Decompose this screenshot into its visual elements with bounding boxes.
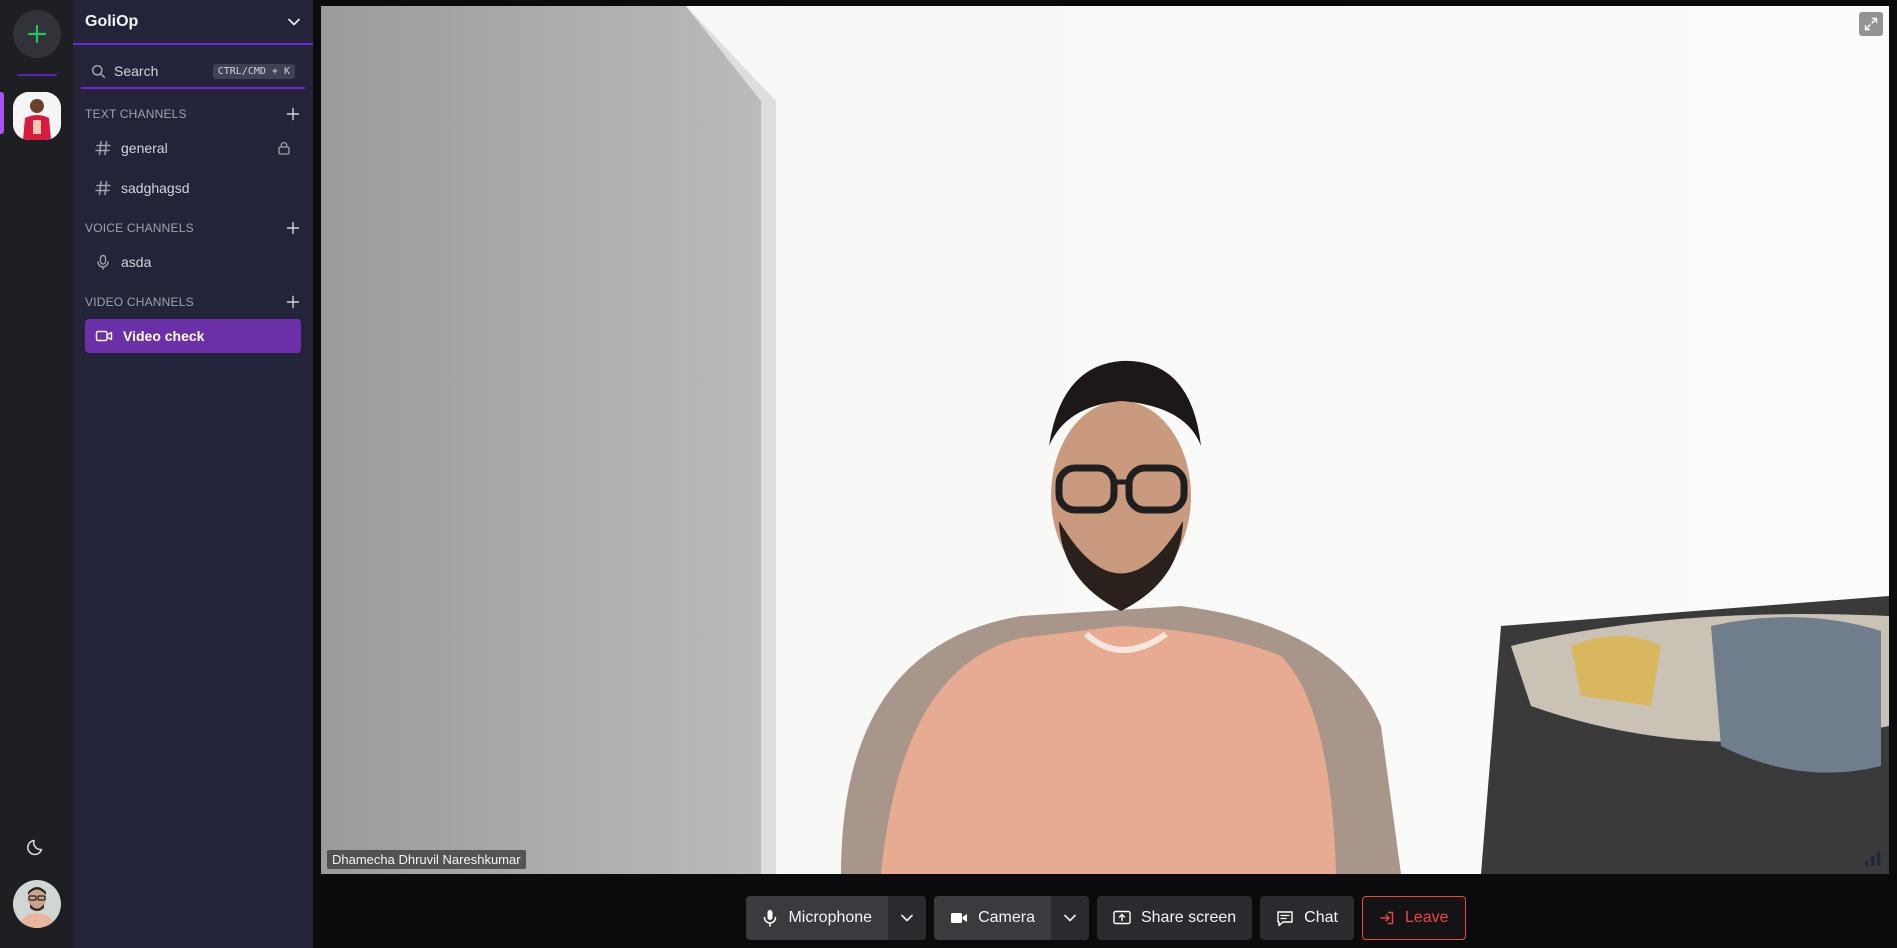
call-controls: Microphone Camera Share screen Chat Leav… (313, 896, 1897, 942)
server-header[interactable]: GoliOp (73, 0, 313, 45)
microphone-options-button[interactable] (888, 896, 927, 940)
add-voice-channel-icon[interactable] (285, 220, 301, 236)
server-icon-goliop[interactable] (13, 92, 61, 140)
channel-general[interactable]: general (85, 131, 301, 165)
share-screen-icon (1113, 910, 1131, 925)
channel-sadghagsd[interactable]: sadghagsd (85, 171, 301, 205)
section-title: VOICE CHANNELS (85, 221, 194, 235)
chat-label: Chat (1304, 909, 1338, 926)
microphone-icon (764, 910, 777, 927)
chat-button[interactable]: Chat (1260, 896, 1354, 940)
rail-separator (17, 74, 57, 76)
participant-name-tag: Dhamecha Dhruvil Nareshkumar (327, 850, 526, 869)
search-button[interactable]: Search CTRL/CMD + K (81, 55, 305, 89)
camera-icon (951, 913, 968, 923)
hash-icon (95, 180, 111, 196)
channel-label: asda (121, 254, 152, 270)
user-avatar[interactable] (13, 880, 61, 928)
camera-control-group: Camera (934, 896, 1089, 942)
section-video-channels: VIDEO CHANNELS (73, 291, 313, 313)
section-title: VIDEO CHANNELS (85, 295, 194, 309)
lock-icon (278, 142, 290, 155)
camera-button[interactable]: Camera (934, 896, 1051, 940)
fullscreen-button[interactable] (1859, 12, 1883, 36)
video-call-area: Dhamecha Dhruvil Nareshkumar Microphone (313, 0, 1897, 948)
microphone-control-group: Microphone (746, 896, 927, 942)
chevron-down-icon (1064, 914, 1076, 922)
search-icon (91, 64, 106, 78)
server-name: GoliOp (85, 12, 139, 30)
moon-icon[interactable] (26, 835, 48, 857)
channel-video-check[interactable]: Video check (85, 319, 301, 353)
share-screen-button[interactable]: Share screen (1096, 896, 1253, 940)
server-rail (0, 0, 73, 948)
microphone-icon (97, 254, 109, 270)
connection-quality-icon (1865, 851, 1881, 866)
channel-label: Video check (123, 328, 205, 344)
user-avatar-image (13, 880, 61, 928)
microphone-button[interactable]: Microphone (746, 896, 889, 940)
leave-label: Leave (1404, 909, 1449, 926)
hash-icon (95, 140, 111, 156)
active-server-indicator (0, 92, 4, 134)
channel-label: general (121, 140, 168, 156)
chat-icon (1277, 910, 1293, 926)
plus-icon (27, 24, 47, 44)
microphone-label: Microphone (788, 909, 873, 926)
channel-sidebar: GoliOp Search CTRL/CMD + K TEXT CHANNELS… (73, 0, 313, 948)
channel-asda[interactable]: asda (85, 245, 301, 279)
search-shortcut-badge: CTRL/CMD + K (212, 63, 295, 79)
search-label: Search (114, 63, 159, 79)
add-video-channel-icon[interactable] (285, 294, 301, 310)
chevron-down-icon (288, 18, 300, 25)
add-text-channel-icon[interactable] (285, 106, 301, 122)
leave-icon (1380, 911, 1394, 925)
video-icon (95, 330, 113, 342)
expand-icon (1864, 17, 1878, 31)
participant-video-feed (321, 6, 1889, 874)
participant-video-tile[interactable]: Dhamecha Dhruvil Nareshkumar (321, 6, 1889, 874)
section-title: TEXT CHANNELS (85, 107, 187, 121)
share-screen-label: Share screen (1140, 909, 1237, 926)
section-voice-channels: VOICE CHANNELS (73, 217, 313, 239)
server-avatar-image (13, 92, 61, 140)
camera-options-button[interactable] (1050, 896, 1089, 940)
add-server-button[interactable] (13, 10, 61, 58)
camera-label: Camera (978, 909, 1035, 926)
leave-button[interactable]: Leave (1361, 896, 1466, 940)
chevron-down-icon (901, 914, 913, 922)
channel-label: sadghagsd (121, 180, 190, 196)
section-text-channels: TEXT CHANNELS (73, 103, 313, 125)
